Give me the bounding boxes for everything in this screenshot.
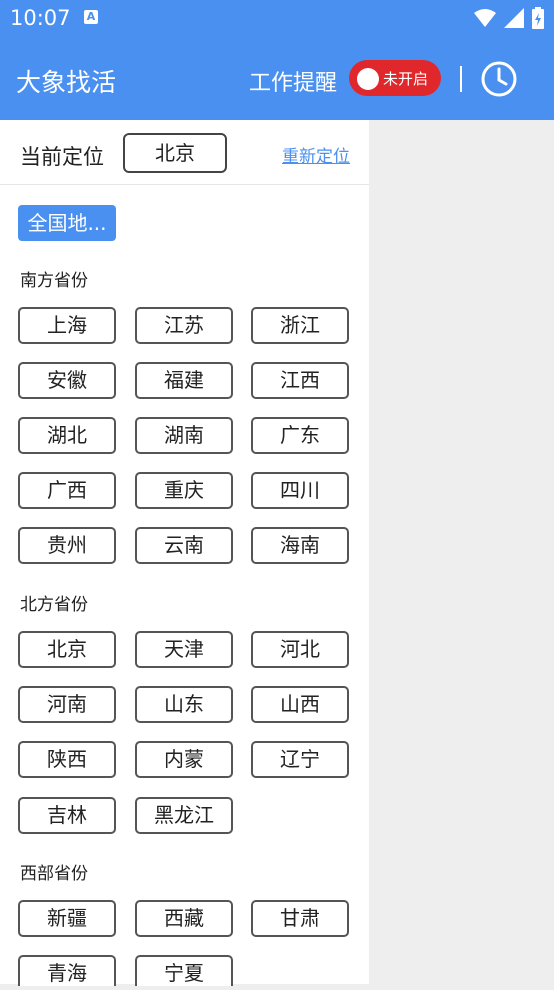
- province-button[interactable]: 浙江: [251, 307, 349, 344]
- battery-icon: [532, 7, 544, 29]
- province-button[interactable]: 辽宁: [251, 741, 349, 778]
- province-button[interactable]: 云南: [135, 527, 233, 564]
- app-title: 大象找活: [16, 68, 117, 97]
- province-button[interactable]: 山西: [251, 686, 349, 723]
- province-button[interactable]: 四川: [251, 472, 349, 509]
- province-button[interactable]: 海南: [251, 527, 349, 564]
- south-section-title: 南方省份: [20, 271, 88, 291]
- province-button[interactable]: 西藏: [135, 900, 233, 937]
- status-icons: [474, 7, 544, 29]
- work-reminder-toggle[interactable]: 未开启: [349, 60, 441, 96]
- province-button[interactable]: 天津: [135, 631, 233, 668]
- location-divider: [0, 184, 369, 185]
- work-reminder-label: 工作提醒: [249, 71, 338, 96]
- province-button[interactable]: 上海: [18, 307, 116, 344]
- west-section-title: 西部省份: [20, 864, 88, 884]
- signal-icon: [504, 8, 524, 28]
- province-button[interactable]: 贵州: [18, 527, 116, 564]
- status-bar: 10:07 A: [0, 0, 554, 38]
- province-panel: 当前定位 北京 重新定位 全国地... 南方省份 上海 江苏 浙江 安徽 福建 …: [0, 120, 369, 986]
- province-button[interactable]: 黑龙江: [135, 797, 233, 834]
- province-button[interactable]: 青海: [18, 955, 116, 986]
- status-time: 10:07: [10, 6, 71, 30]
- province-button[interactable]: 江西: [251, 362, 349, 399]
- relocate-link[interactable]: 重新定位: [282, 142, 350, 167]
- north-section-title: 北方省份: [20, 595, 88, 615]
- province-button[interactable]: 湖南: [135, 417, 233, 454]
- current-location-label: 当前定位: [20, 145, 104, 169]
- province-button[interactable]: 吉林: [18, 797, 116, 834]
- toggle-status-text: 未开启: [383, 70, 429, 88]
- current-city-button[interactable]: 北京: [123, 133, 227, 173]
- appbar-divider: [460, 66, 462, 92]
- province-button[interactable]: 湖北: [18, 417, 116, 454]
- province-button[interactable]: 甘肃: [251, 900, 349, 937]
- province-button[interactable]: 山东: [135, 686, 233, 723]
- app-bar: 大象找活 工作提醒 未开启: [0, 38, 554, 120]
- nationwide-chip[interactable]: 全国地...: [18, 205, 116, 241]
- wifi-icon: [474, 9, 496, 27]
- province-button[interactable]: 新疆: [18, 900, 116, 937]
- province-button[interactable]: 广东: [251, 417, 349, 454]
- notification-a-icon: A: [84, 10, 98, 24]
- clock-icon[interactable]: [480, 60, 518, 98]
- province-button[interactable]: 河北: [251, 631, 349, 668]
- province-button[interactable]: 内蒙: [135, 741, 233, 778]
- toggle-knob: [357, 68, 379, 90]
- province-button[interactable]: 河南: [18, 686, 116, 723]
- province-button[interactable]: 陕西: [18, 741, 116, 778]
- province-button[interactable]: 福建: [135, 362, 233, 399]
- province-button[interactable]: 重庆: [135, 472, 233, 509]
- province-button[interactable]: 安徽: [18, 362, 116, 399]
- province-button[interactable]: 广西: [18, 472, 116, 509]
- province-button[interactable]: 宁夏: [135, 955, 233, 986]
- province-button[interactable]: 江苏: [135, 307, 233, 344]
- province-button[interactable]: 北京: [18, 631, 116, 668]
